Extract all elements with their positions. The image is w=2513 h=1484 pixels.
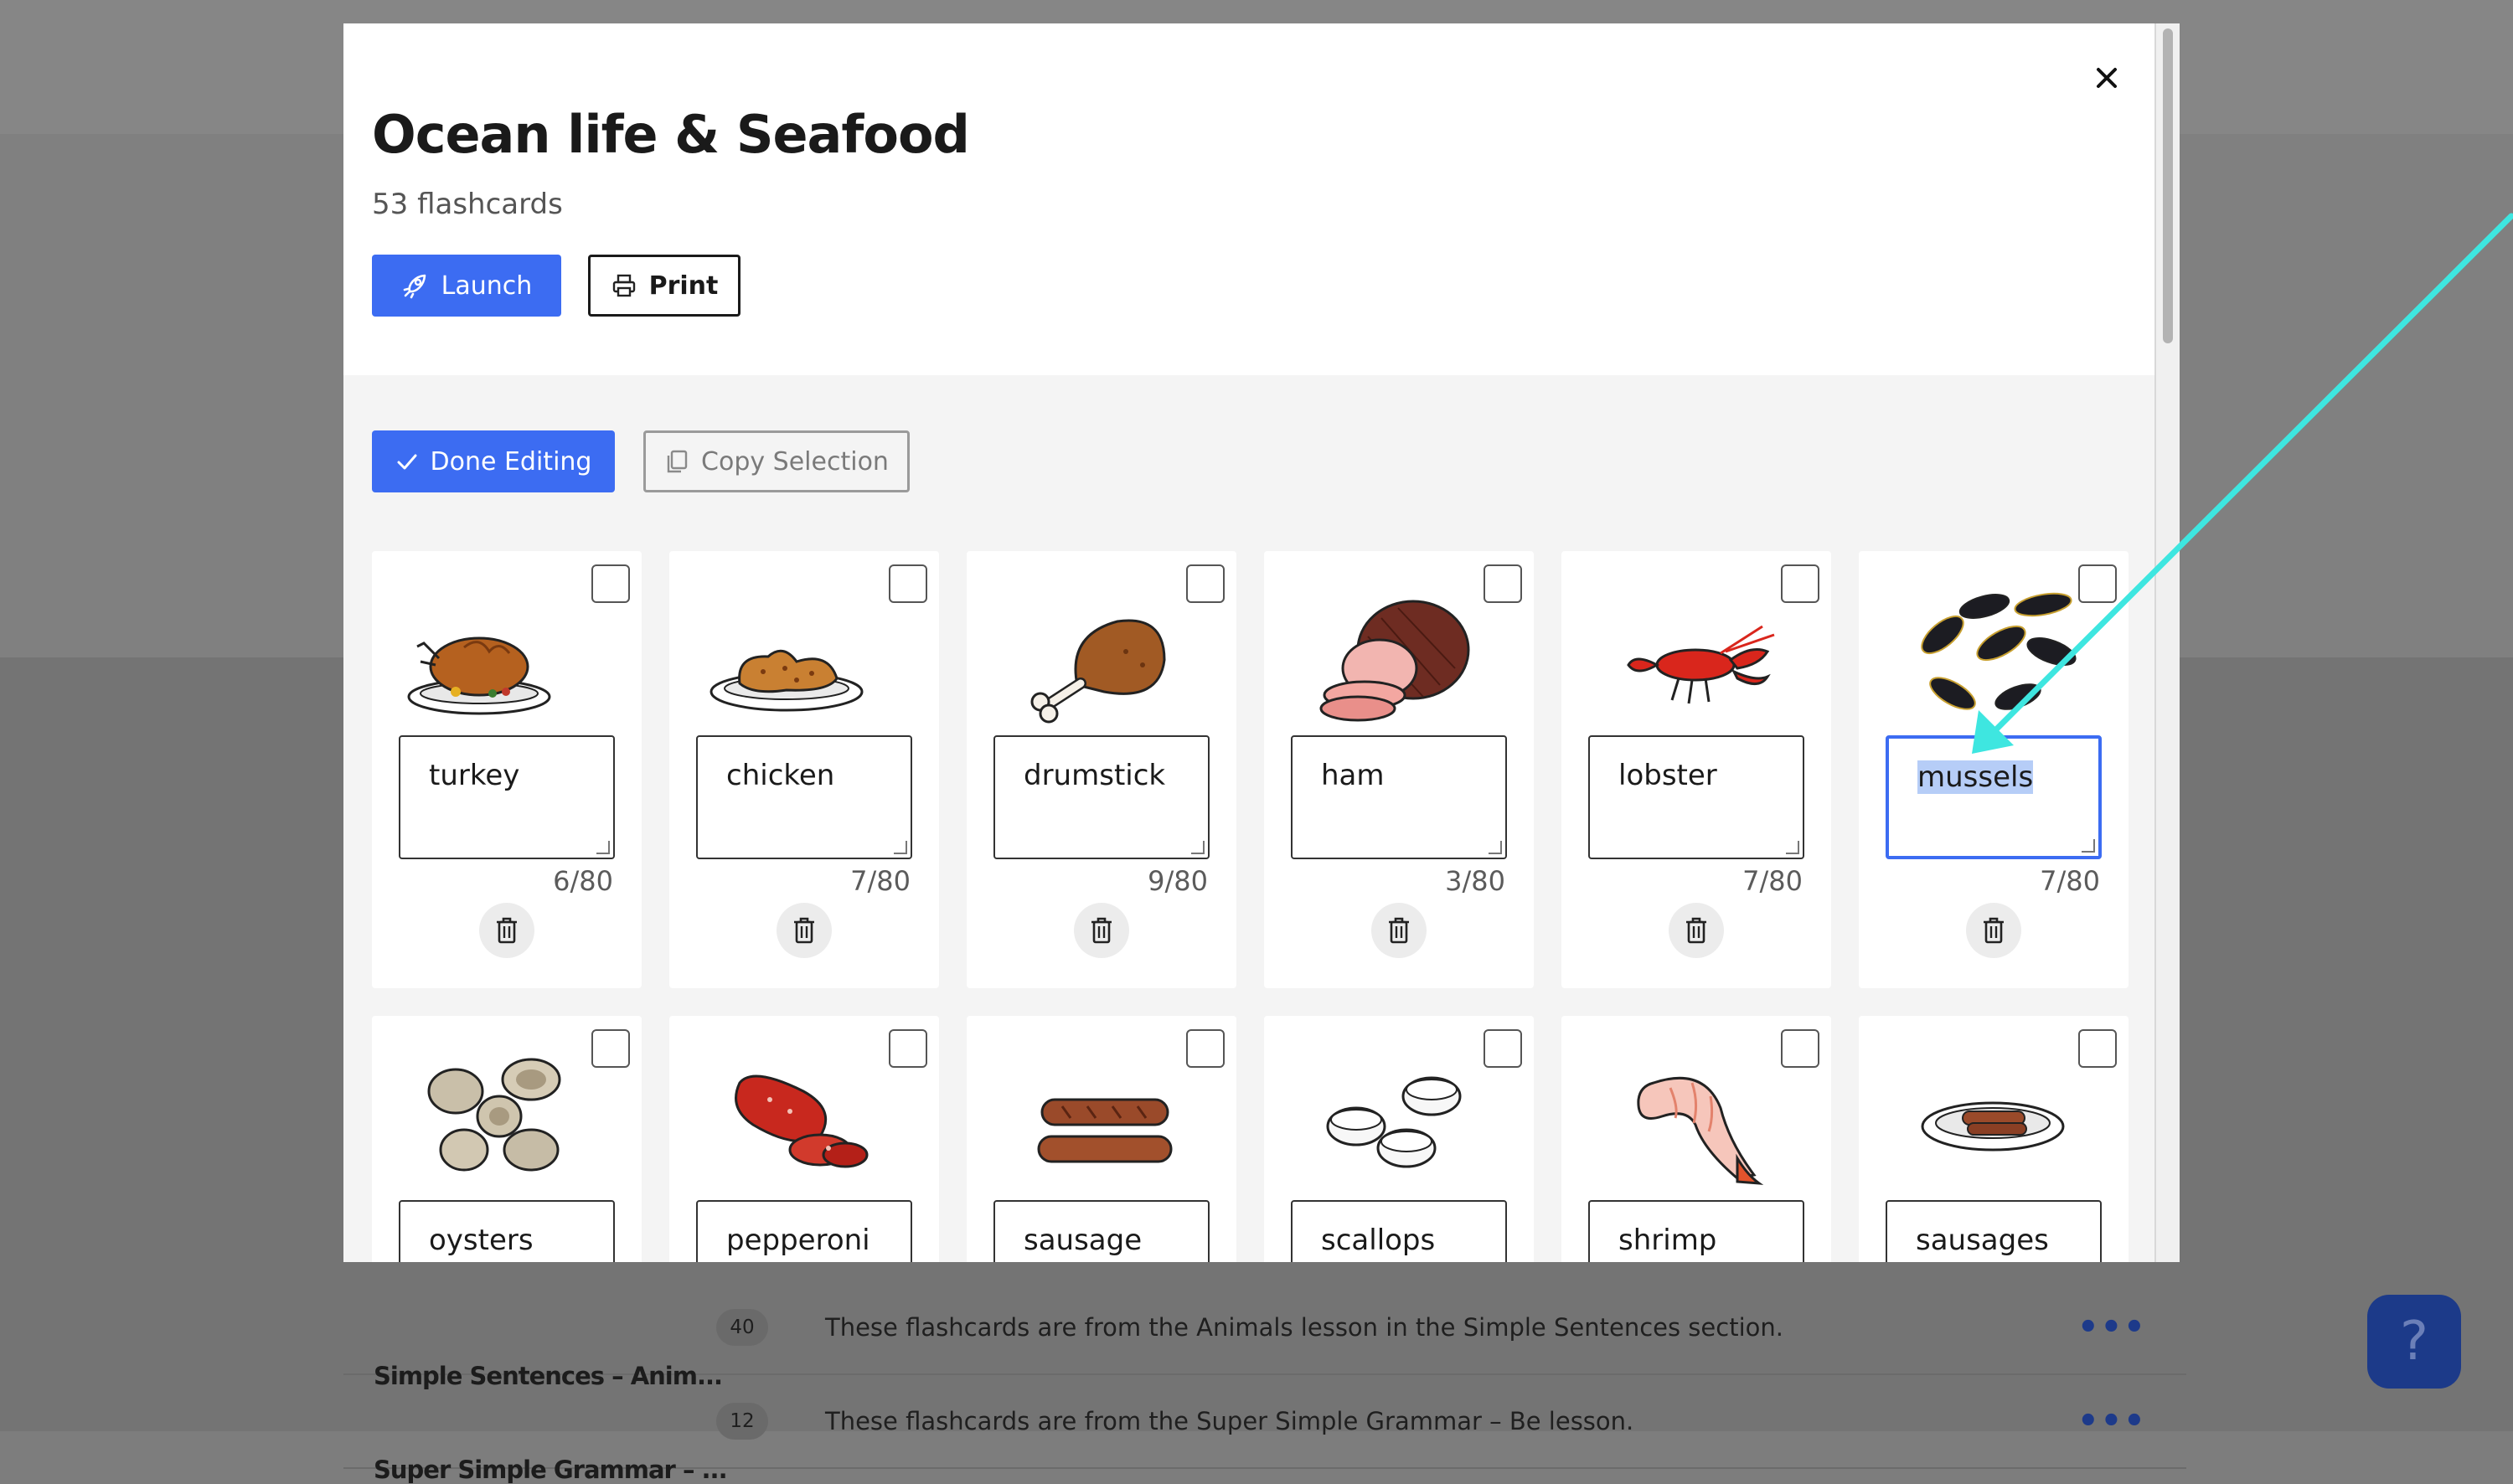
list-row-title: Super Simple Grammar – ... xyxy=(374,1456,728,1484)
annotation-arrow xyxy=(1972,213,2513,754)
